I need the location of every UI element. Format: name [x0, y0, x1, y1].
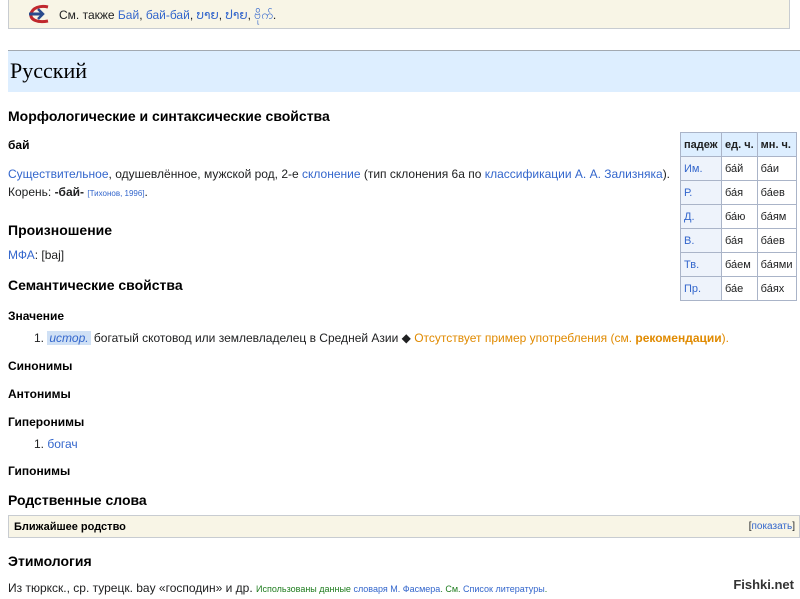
- used-data-text: Использованы данные: [256, 584, 354, 594]
- antonyms-heading: Антонимы: [8, 387, 71, 401]
- related-heading: Родственные слова: [8, 492, 147, 508]
- show-link[interactable]: показать: [751, 521, 792, 532]
- singular-form: ба́я: [721, 180, 758, 205]
- case-link[interactable]: Тв.: [680, 252, 722, 277]
- morph-desc-2: (тип склонения 6a по: [360, 167, 485, 181]
- header-plural: мн. ч.: [756, 132, 797, 157]
- synonyms-heading: Синонимы: [8, 359, 73, 373]
- see-also-bar: См. также Бай, бай-бай, ບາຍ, ປາຍ, ဗိုက်.: [8, 0, 790, 29]
- etymology-end: .: [544, 584, 548, 594]
- singular-form: ба́ю: [721, 204, 758, 229]
- ipa-value: : [baj]: [34, 248, 65, 262]
- table-row: Р. ба́я ба́ев: [680, 180, 797, 205]
- header-singular: ед. ч.: [721, 132, 758, 157]
- plural-form: ба́и: [756, 156, 797, 181]
- kin-toggle: [показать]: [749, 521, 795, 532]
- meaning-heading: Значение: [8, 309, 65, 323]
- header-case: падеж: [680, 132, 722, 157]
- root-end: .: [144, 185, 148, 199]
- hypernym-link[interactable]: богач: [47, 437, 77, 451]
- language-heading-bar: Русский: [8, 50, 800, 92]
- kin-box: Ближайшее родство [показать]: [8, 515, 800, 538]
- ipa-link[interactable]: МФА: [8, 248, 35, 262]
- table-row: Пр. ба́е ба́ях: [680, 276, 797, 301]
- singular-form: ба́ем: [721, 252, 758, 277]
- root-value: -бай-: [54, 185, 85, 199]
- hypernym-item: 1. богач: [34, 437, 78, 451]
- hypernyms-heading: Гиперонимы: [8, 415, 85, 429]
- hypernym-number: 1.: [34, 437, 45, 451]
- singular-form: ба́е: [721, 276, 758, 301]
- root-ref-link[interactable]: [Тихонов, 1996]: [87, 189, 144, 198]
- case-link[interactable]: В.: [680, 228, 722, 253]
- meaning-text: богатый скотовод или землевладелец в Сре…: [90, 331, 415, 345]
- see-also-link-bai-bai[interactable]: бай-бай: [146, 8, 190, 22]
- morph-heading: Морфологические и синтаксические свойств…: [8, 108, 330, 124]
- declension-header-row: падеж ед. ч. мн. ч.: [680, 132, 797, 157]
- classification-link[interactable]: классификации А. А. Зализняка: [485, 167, 663, 181]
- watermark: Fishki.net: [733, 577, 794, 592]
- see-also-label: См. также: [59, 8, 115, 22]
- etymology-heading: Этимология: [8, 553, 92, 569]
- morph-description: Существительное, одушевлённое, мужской р…: [8, 167, 670, 181]
- case-link[interactable]: Пр.: [680, 276, 722, 301]
- pos-link[interactable]: Существительное: [8, 167, 109, 181]
- lemma: бай: [8, 138, 30, 152]
- no-example-note: Отсутствует пример употребления (см.: [414, 331, 636, 345]
- fasmer-link[interactable]: словаря М. Фасмера: [353, 584, 440, 594]
- table-row: В. ба́я ба́ев: [680, 228, 797, 253]
- meaning-number: 1.: [34, 331, 45, 345]
- morph-desc-3: ).: [662, 167, 671, 181]
- table-row: Д. ба́ю ба́ям: [680, 204, 797, 229]
- literature-link[interactable]: Список литературы: [463, 584, 545, 594]
- kin-label: Ближайшее родство: [14, 521, 126, 533]
- table-row: Им. ба́й ба́и: [680, 156, 797, 181]
- table-row: Тв. ба́ем ба́ями: [680, 252, 797, 277]
- case-link[interactable]: Д.: [680, 204, 722, 229]
- see-text: . См.: [440, 584, 464, 594]
- show-bracket-close: ]: [792, 521, 795, 532]
- singular-form: ба́й: [721, 156, 758, 181]
- no-example-end: ).: [721, 331, 729, 345]
- etymology-line: Из тюркск., ср. турецк. bay «господин» и…: [8, 581, 547, 595]
- plural-form: ба́ям: [756, 204, 797, 229]
- case-link[interactable]: Им.: [680, 156, 722, 181]
- historic-tag-link[interactable]: истор.: [47, 331, 91, 345]
- semantic-heading: Семантические свойства: [8, 277, 183, 293]
- see-also-link-burmese[interactable]: ဗိုက်: [254, 8, 273, 22]
- etymology-text: Из тюркск., ср. турецк. bay «господин» и…: [8, 581, 257, 595]
- pronunciation-heading: Произношение: [8, 222, 113, 238]
- ipa-line: МФА: [baj]: [8, 248, 64, 262]
- case-link[interactable]: Р.: [680, 180, 722, 205]
- see-also-link-lao-2[interactable]: ປາຍ: [225, 8, 247, 22]
- language-heading: Русский: [10, 58, 87, 83]
- plural-form: ба́ями: [756, 252, 797, 277]
- declension-link[interactable]: склонение: [302, 167, 361, 181]
- see-also-link-lao-1[interactable]: ບາຍ: [196, 8, 218, 22]
- meaning-item: 1. истор. богатый скотовод или землевлад…: [34, 331, 729, 345]
- singular-form: ба́я: [721, 228, 758, 253]
- hyponyms-heading: Гипонимы: [8, 464, 71, 478]
- see-also-link-bai-cap[interactable]: Бай: [118, 8, 139, 22]
- wiktionary-disambig-icon: [29, 4, 49, 24]
- morph-desc-1: , одушевлённое, мужской род, 2-е: [108, 167, 303, 181]
- see-also-text: См. также Бай, бай-бай, ບາຍ, ປາຍ, ဗိုက်.: [59, 8, 277, 22]
- recommendations-link[interactable]: рекомендации: [635, 331, 721, 345]
- declension-table: падеж ед. ч. мн. ч. Им. ба́й ба́и Р. ба́…: [680, 132, 797, 301]
- plural-form: ба́ях: [756, 276, 797, 301]
- plural-form: ба́ев: [756, 180, 797, 205]
- root-line: Корень: -бай- [Тихонов, 1996].: [8, 185, 148, 199]
- plural-form: ба́ев: [756, 228, 797, 253]
- root-label: Корень:: [8, 185, 55, 199]
